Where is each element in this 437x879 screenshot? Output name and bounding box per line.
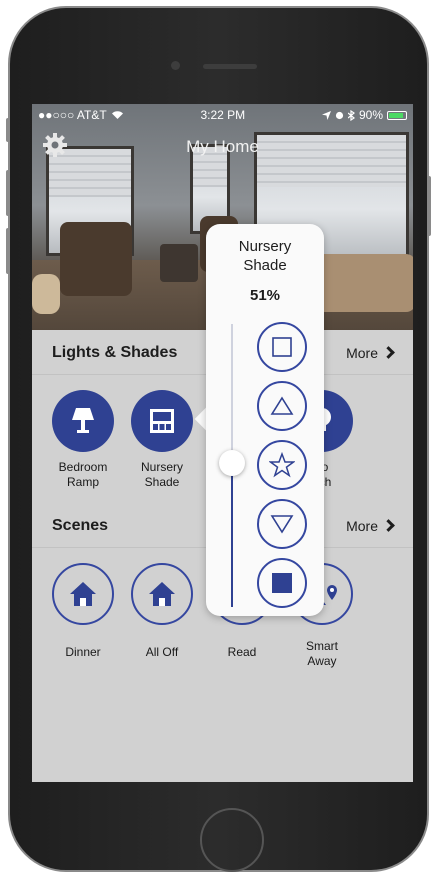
more-label: More <box>346 517 378 534</box>
preset-close-button[interactable] <box>257 558 307 608</box>
device-label-line1: Bedroom <box>58 460 108 474</box>
popover-title-line1: Nursery <box>238 238 292 255</box>
chevron-right-icon <box>382 519 395 532</box>
app-screen: ●●○○○ AT&T 3:22 PM 90% My Home Lights & … <box>32 104 413 782</box>
status-bar: ●●○○○ AT&T 3:22 PM 90% <box>32 104 413 126</box>
clock-time: 3:22 PM <box>200 108 246 122</box>
preset-raise-button[interactable] <box>257 381 307 431</box>
triangle-down-icon <box>270 515 294 534</box>
popover-title: Nursery Shade <box>206 237 324 275</box>
house-icon <box>149 582 175 606</box>
more-label: More <box>346 344 378 361</box>
front-camera <box>171 61 180 70</box>
wifi-icon <box>111 111 123 119</box>
mute-switch <box>6 118 10 142</box>
shade-slider-thumb[interactable] <box>219 450 245 476</box>
device-label-line2: Shade <box>144 475 180 489</box>
scene-label-line1: Dinner <box>65 645 101 659</box>
triangle-up-icon <box>270 396 294 415</box>
shade-percent: 51% <box>249 287 281 304</box>
location-arrow-icon <box>321 110 331 120</box>
preset-lower-button[interactable] <box>257 499 307 549</box>
lamp-icon <box>72 408 94 433</box>
home-button[interactable] <box>200 808 264 872</box>
filled-square-icon <box>272 573 292 593</box>
lights-shades-more-button[interactable]: More <box>346 344 395 361</box>
home-title: My Home <box>186 137 259 156</box>
preset-favorite-button[interactable] <box>257 440 307 490</box>
device-bedroom-ramp[interactable]: Bedroom Ramp <box>43 390 123 490</box>
square-icon <box>272 337 292 357</box>
shade-control-popover: Nursery Shade 51% <box>206 224 324 616</box>
scene-label-line1: Smart <box>305 639 338 653</box>
scene-label-line1: Read <box>227 645 257 659</box>
alarm-icon <box>335 111 344 119</box>
shade-window-icon <box>150 409 174 433</box>
star-icon <box>269 452 295 478</box>
device-label-line1: Nursery <box>140 460 183 474</box>
scene-all-off[interactable]: All Off <box>122 563 202 660</box>
popover-title-line2: Shade <box>243 257 287 274</box>
scene-dinner[interactable]: Dinner <box>43 563 123 660</box>
earpiece-speaker <box>203 64 257 69</box>
shade-slider-fill <box>231 463 233 607</box>
scenes-title: Scenes <box>52 516 109 534</box>
carrier-label: ●●○○○ AT&T <box>38 108 107 122</box>
preset-open-button[interactable] <box>257 322 307 372</box>
chevron-right-icon <box>382 346 395 359</box>
lights-shades-title: Lights & Shades <box>52 343 178 361</box>
bluetooth-icon <box>347 109 355 121</box>
scene-label-line1: All Off <box>145 645 179 659</box>
volume-up-button <box>6 170 10 216</box>
volume-down-button <box>6 228 10 274</box>
house-icon <box>70 582 96 606</box>
battery-percent: 90% <box>358 108 383 122</box>
device-nursery-shade[interactable]: Nursery Shade <box>122 390 202 490</box>
scene-label-line2: Away <box>307 654 337 668</box>
battery-icon <box>387 110 407 120</box>
scenes-more-button[interactable]: More <box>346 517 395 534</box>
power-button <box>427 176 431 236</box>
device-label-line2: Ramp <box>66 475 99 489</box>
